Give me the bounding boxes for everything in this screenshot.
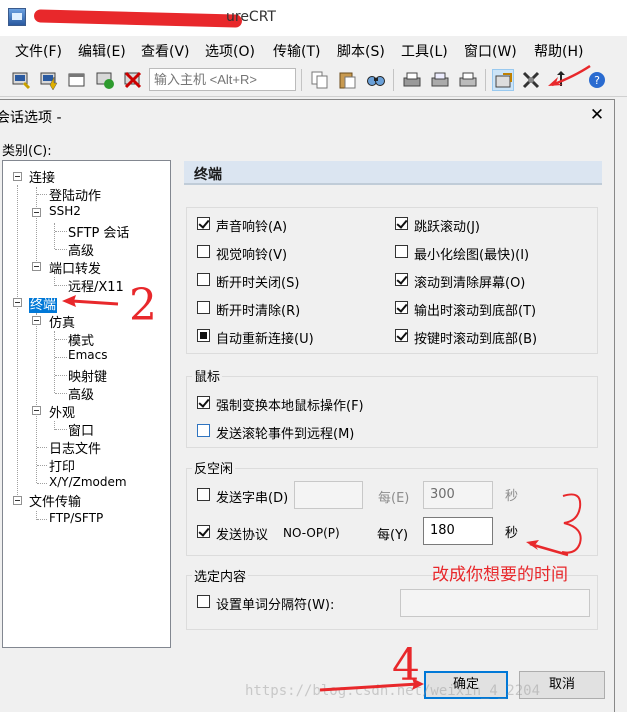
annotation-number-2: 2 xyxy=(129,280,157,331)
annotation-number-3: 3 xyxy=(574,498,575,499)
annotation-note: 改成你想要的时间 xyxy=(432,565,568,585)
annotation-number-4: 4 xyxy=(392,640,420,691)
annotation-overlay xyxy=(62,64,591,692)
